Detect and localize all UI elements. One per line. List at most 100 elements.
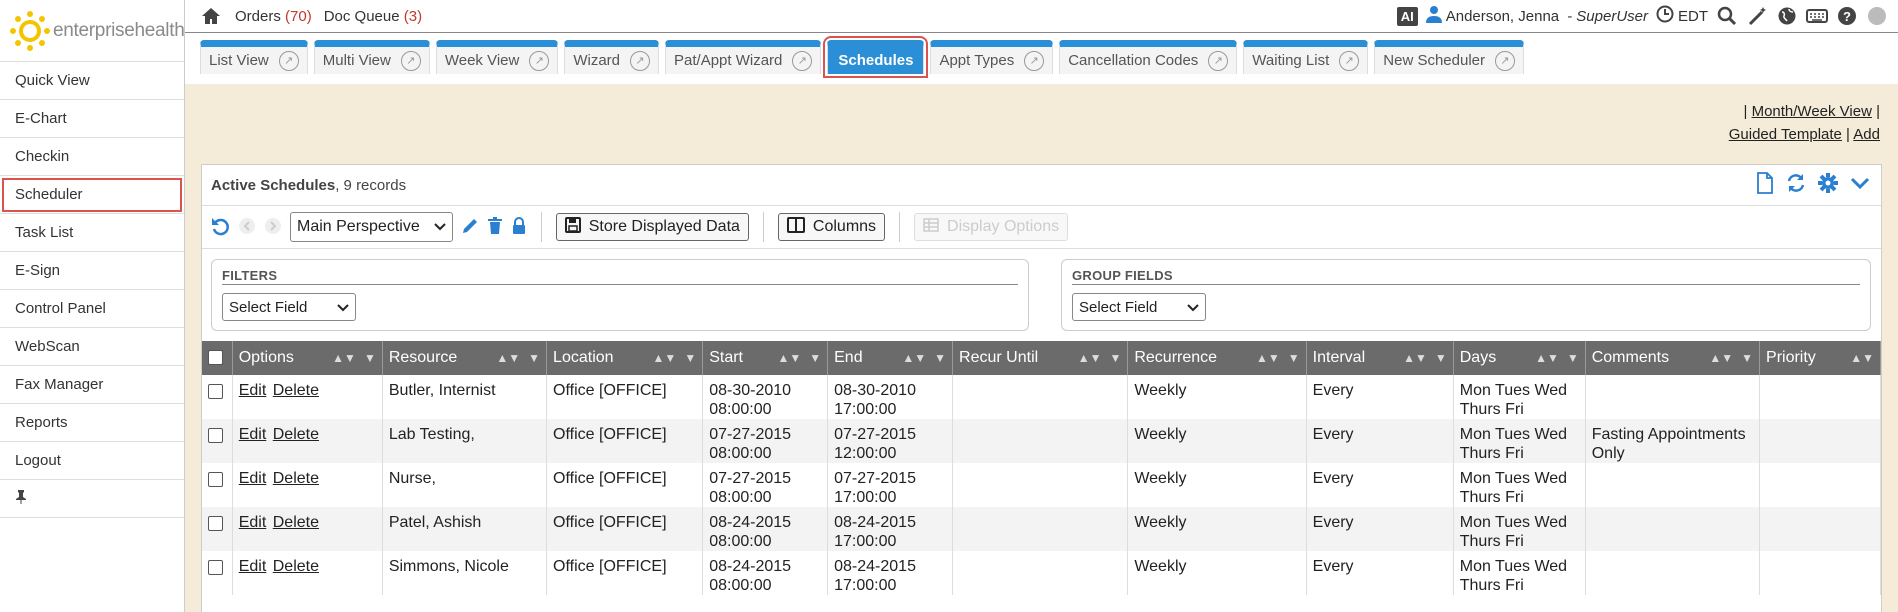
forward-icon[interactable]	[264, 217, 282, 238]
display-options-button[interactable]: Display Options	[914, 213, 1069, 241]
open-external-icon[interactable]: ↗	[1339, 50, 1360, 71]
sort-icon[interactable]: ▲▼	[1535, 351, 1559, 365]
tab-appt-types[interactable]: Appt Types ↗	[930, 40, 1054, 74]
row-checkbox[interactable]	[208, 428, 223, 443]
refresh-icon[interactable]	[1785, 172, 1807, 198]
sidebar-item-control-panel[interactable]: Control Panel	[0, 290, 184, 328]
column-header-days[interactable]: Days ▲▼ ▼	[1453, 341, 1586, 375]
home-icon[interactable]	[201, 7, 221, 25]
row-checkbox[interactable]	[208, 516, 223, 531]
doc-queue-link[interactable]: Doc Queue (3)	[324, 8, 422, 25]
logo[interactable]: enterprisehealth	[0, 0, 185, 62]
filter-icon[interactable]: ▼	[1109, 351, 1121, 365]
filter-icon[interactable]: ▼	[684, 351, 696, 365]
columns-button[interactable]: Columns	[777, 213, 886, 241]
sort-icon[interactable]: ▲▼	[332, 351, 356, 365]
sort-icon[interactable]: ▲▼	[1850, 351, 1874, 365]
open-external-icon[interactable]: ↗	[1208, 50, 1229, 71]
help-icon[interactable]: ?	[1836, 5, 1858, 27]
group-field-select[interactable]: Select Field	[1072, 293, 1206, 321]
sort-icon[interactable]: ▲▼	[1403, 351, 1427, 365]
sidebar-item-e-chart[interactable]: E-Chart	[0, 100, 184, 138]
tab-cancellation-codes[interactable]: Cancellation Codes ↗	[1059, 40, 1238, 74]
sidebar-item-quick-view[interactable]: Quick View	[0, 62, 184, 100]
delete-link[interactable]: Delete	[273, 558, 319, 575]
open-external-icon[interactable]: ↗	[529, 50, 550, 71]
sidebar-item-scheduler[interactable]: Scheduler	[0, 176, 184, 214]
delete-link[interactable]: Delete	[273, 514, 319, 531]
row-checkbox[interactable]	[208, 472, 223, 487]
tab-new-scheduler[interactable]: New Scheduler ↗	[1374, 40, 1524, 74]
status-indicator-icon[interactable]	[1866, 5, 1888, 27]
filter-icon[interactable]: ▼	[1435, 351, 1447, 365]
sort-icon[interactable]: ▲▼	[902, 351, 926, 365]
globe-icon[interactable]	[1776, 5, 1798, 27]
keyboard-icon[interactable]	[1806, 5, 1828, 27]
column-header-resource[interactable]: Resource ▲▼ ▼	[382, 341, 548, 375]
filter-icon[interactable]: ▼	[528, 351, 540, 365]
filter-icon[interactable]: ▼	[1288, 351, 1300, 365]
column-header-comments[interactable]: Comments ▲▼ ▼	[1585, 341, 1761, 375]
column-header-end[interactable]: End ▲▼ ▼	[827, 341, 954, 375]
chevron-down-icon[interactable]	[1849, 172, 1871, 198]
edit-link[interactable]: Edit	[239, 558, 267, 575]
filter-field-select[interactable]: Select Field	[222, 293, 356, 321]
tab-list-view[interactable]: List View ↗	[200, 40, 308, 74]
sidebar-item-e-sign[interactable]: E-Sign	[0, 252, 184, 290]
column-header-interval[interactable]: Interval ▲▼ ▼	[1306, 341, 1454, 375]
open-external-icon[interactable]: ↗	[400, 50, 421, 71]
filter-icon[interactable]: ▼	[934, 351, 946, 365]
filter-icon[interactable]: ▼	[1567, 351, 1579, 365]
column-header-location[interactable]: Location ▲▼ ▼	[546, 341, 704, 375]
delete-perspective-icon[interactable]	[487, 216, 503, 238]
column-header-start[interactable]: Start ▲▼ ▼	[702, 341, 829, 375]
sort-icon[interactable]: ▲▼	[1078, 351, 1102, 365]
tab-wizard[interactable]: Wizard ↗	[564, 40, 660, 74]
timezone-display[interactable]: EDT	[1656, 5, 1708, 27]
magic-wand-icon[interactable]	[1746, 5, 1768, 27]
open-external-icon[interactable]: ↗	[278, 50, 299, 71]
sidebar-item-task-list[interactable]: Task List	[0, 214, 184, 252]
pin-sidebar-button[interactable]	[0, 480, 184, 518]
sidebar-item-fax-manager[interactable]: Fax Manager	[0, 366, 184, 404]
orders-link[interactable]: Orders (70)	[235, 8, 312, 25]
sort-icon[interactable]: ▲▼	[1709, 351, 1733, 365]
column-header-recur-until[interactable]: Recur Until ▲▼ ▼	[952, 341, 1129, 375]
edit-link[interactable]: Edit	[239, 470, 267, 487]
column-header-options[interactable]: Options ▲▼ ▼	[232, 341, 383, 375]
sidebar-item-checkin[interactable]: Checkin	[0, 138, 184, 176]
edit-link[interactable]: Edit	[239, 514, 267, 531]
sidebar-item-webscan[interactable]: WebScan	[0, 328, 184, 366]
tab-multi-view[interactable]: Multi View ↗	[313, 40, 430, 74]
select-all-checkbox[interactable]	[208, 349, 223, 365]
sidebar-item-reports[interactable]: Reports	[0, 404, 184, 442]
back-icon[interactable]	[238, 217, 256, 238]
ai-button[interactable]: AI	[1396, 6, 1418, 26]
column-header-priority[interactable]: Priority ▲▼	[1759, 341, 1881, 375]
delete-link[interactable]: Delete	[273, 426, 319, 443]
edit-link[interactable]: Edit	[239, 382, 267, 399]
open-external-icon[interactable]: ↗	[1024, 50, 1045, 71]
edit-perspective-icon[interactable]	[461, 217, 479, 238]
column-header-recurrence[interactable]: Recurrence ▲▼ ▼	[1127, 341, 1307, 375]
store-displayed-data-button[interactable]: Store Displayed Data	[555, 213, 749, 241]
user-menu[interactable]: Anderson, Jenna	[1425, 5, 1559, 27]
perspective-select[interactable]: Main Perspective	[290, 212, 453, 242]
guided-template-link[interactable]: Guided Template	[1729, 126, 1842, 143]
tab-waiting-list[interactable]: Waiting List ↗	[1243, 40, 1369, 74]
open-external-icon[interactable]: ↗	[792, 50, 813, 71]
tab-pat-appt-wizard[interactable]: Pat/Appt Wizard ↗	[665, 40, 822, 74]
add-link[interactable]: Add	[1853, 126, 1880, 143]
sidebar-item-logout[interactable]: Logout	[0, 442, 184, 480]
filter-icon[interactable]: ▼	[809, 351, 821, 365]
delete-link[interactable]: Delete	[273, 470, 319, 487]
lock-icon[interactable]	[511, 216, 527, 238]
tab-schedules[interactable]: Schedules	[823, 36, 929, 78]
gear-icon[interactable]	[1817, 172, 1839, 198]
filter-icon[interactable]: ▼	[1741, 351, 1753, 365]
sort-icon[interactable]: ▲▼	[653, 351, 677, 365]
open-external-icon[interactable]: ↗	[1495, 50, 1515, 71]
sort-icon[interactable]: ▲▼	[496, 351, 520, 365]
edit-link[interactable]: Edit	[239, 426, 267, 443]
delete-link[interactable]: Delete	[273, 382, 319, 399]
